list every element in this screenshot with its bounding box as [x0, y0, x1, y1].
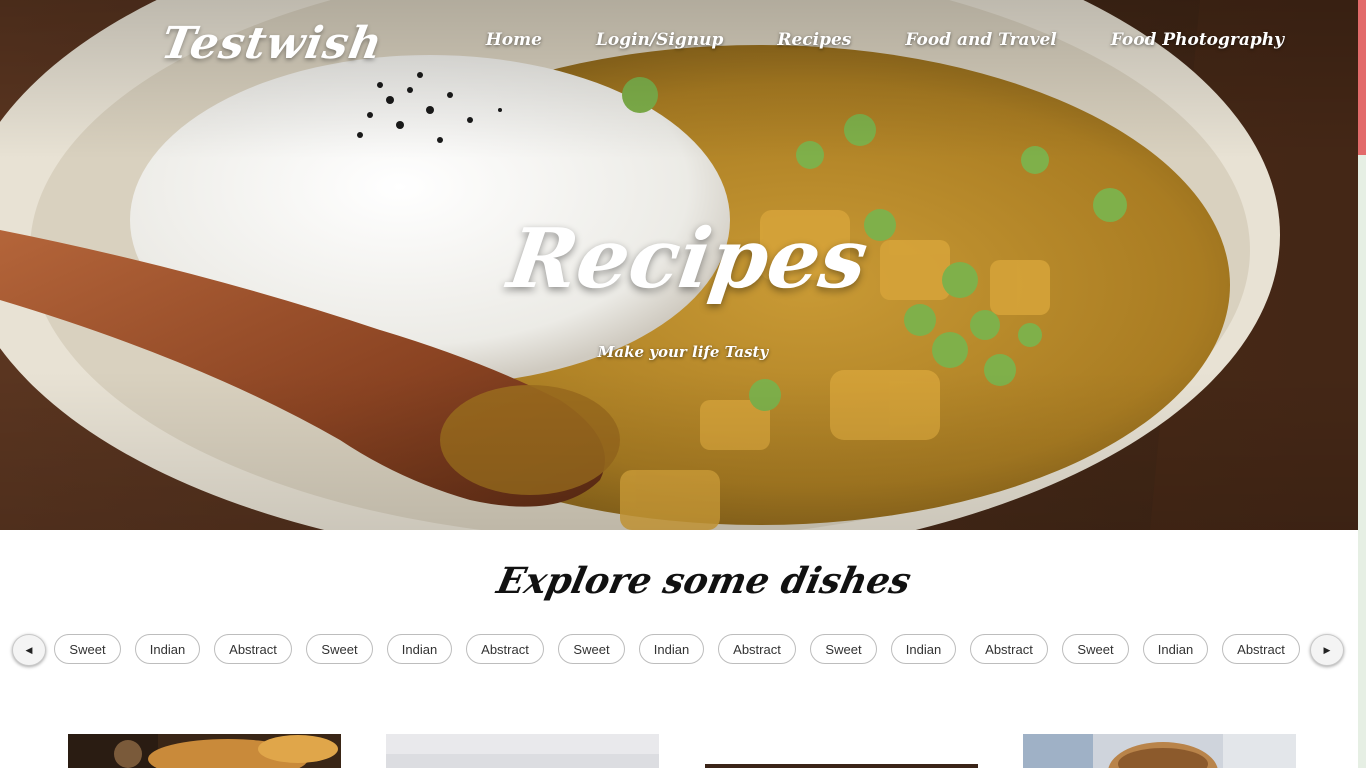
- chip-sweet[interactable]: Sweet: [810, 634, 877, 664]
- scrollbar-thumb[interactable]: [1358, 0, 1366, 155]
- explore-heading: Explore some dishes: [493, 560, 915, 602]
- hero-banner: Testwish Home Login/Signup Recipes Food …: [0, 0, 1358, 530]
- main-nav: Home Login/Signup Recipes Food and Trave…: [486, 30, 1284, 50]
- chip-abstract[interactable]: Abstract: [466, 634, 544, 664]
- nav-login-signup[interactable]: Login/Signup: [596, 30, 723, 50]
- chip-abstract[interactable]: Abstract: [718, 634, 796, 664]
- recipe-card-image[interactable]: [68, 734, 341, 768]
- carousel-prev-button[interactable]: ◀: [12, 634, 46, 666]
- chip-sweet[interactable]: Sweet: [558, 634, 625, 664]
- site-logo[interactable]: Testwish: [158, 18, 387, 69]
- chip-sweet[interactable]: Sweet: [1062, 634, 1129, 664]
- category-chips: Sweet Indian Abstract Sweet Indian Abstr…: [54, 634, 1304, 666]
- category-carousel: ◀ Sweet Indian Abstract Sweet Indian Abs…: [12, 634, 1348, 666]
- hero-title: Recipes: [502, 211, 874, 307]
- nav-recipes[interactable]: Recipes: [777, 30, 851, 50]
- chip-abstract[interactable]: Abstract: [1222, 634, 1300, 664]
- nav-food-and-travel[interactable]: Food and Travel: [905, 30, 1056, 50]
- recipe-photo: [386, 734, 659, 768]
- chip-indian[interactable]: Indian: [891, 634, 956, 664]
- recipe-photo: [705, 764, 978, 768]
- hero-subtitle: Make your life Tasty: [597, 343, 769, 361]
- chip-abstract[interactable]: Abstract: [970, 634, 1048, 664]
- chip-indian[interactable]: Indian: [1143, 634, 1208, 664]
- chip-abstract[interactable]: Abstract: [214, 634, 292, 664]
- chip-sweet[interactable]: Sweet: [306, 634, 373, 664]
- chip-indian[interactable]: Indian: [639, 634, 704, 664]
- chip-indian[interactable]: Indian: [135, 634, 200, 664]
- page: Testwish Home Login/Signup Recipes Food …: [0, 0, 1366, 768]
- recipe-card-image[interactable]: [705, 764, 978, 768]
- recipe-photo: [68, 734, 341, 768]
- recipe-photo: [1023, 734, 1296, 768]
- recipe-card-image[interactable]: [386, 734, 659, 768]
- nav-home[interactable]: Home: [486, 30, 542, 50]
- carousel-next-button[interactable]: ▶: [1310, 634, 1344, 666]
- page-scrollbar[interactable]: [1358, 0, 1366, 768]
- chip-indian[interactable]: Indian: [387, 634, 452, 664]
- chevron-right-icon: ▶: [1323, 644, 1331, 655]
- recipe-card-image[interactable]: [1023, 734, 1296, 768]
- nav-food-photography[interactable]: Food Photography: [1111, 30, 1284, 50]
- chip-sweet[interactable]: Sweet: [54, 634, 121, 664]
- chevron-left-icon: ◀: [25, 644, 33, 655]
